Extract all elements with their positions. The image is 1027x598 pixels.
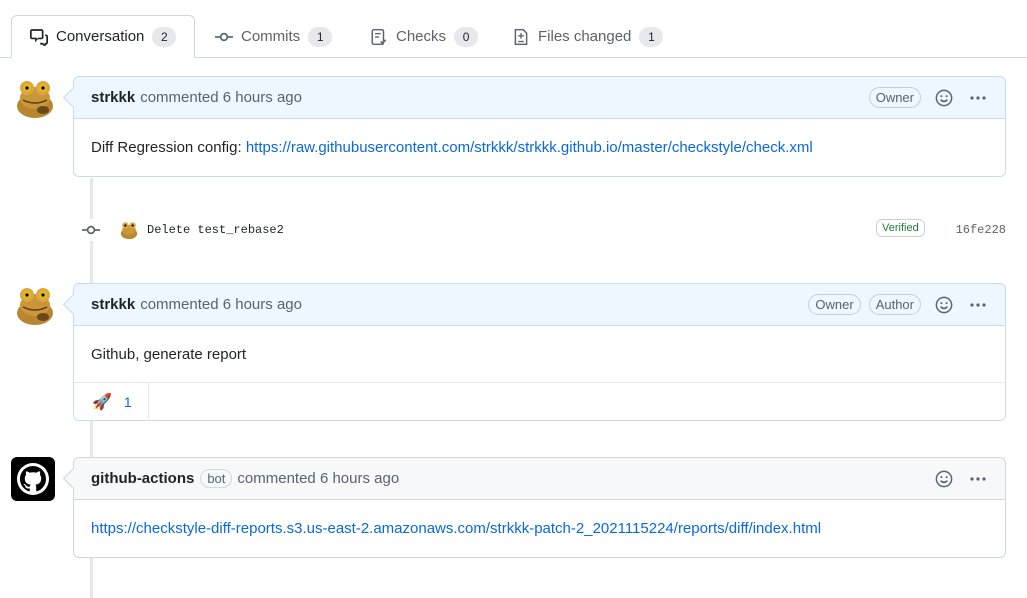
- bot-badge: bot: [200, 469, 233, 488]
- commit-sha[interactable]: 16fe228: [956, 223, 1006, 237]
- checklist-icon: [370, 28, 388, 46]
- kebab-horizontal-icon: [970, 476, 986, 481]
- avatar[interactable]: [11, 457, 55, 501]
- comment-caret: [62, 293, 85, 316]
- kebab-horizontal-icon: [970, 95, 986, 100]
- comment-text: Github, generate report: [91, 345, 247, 363]
- avatar[interactable]: [13, 283, 57, 327]
- tab-commits[interactable]: Commits 1: [197, 15, 346, 58]
- smiley-icon: [935, 296, 953, 313]
- comment-caret: [62, 86, 85, 109]
- smiley-icon: [935, 470, 953, 487]
- add-reaction-button[interactable]: [933, 468, 955, 490]
- comment-timestamp[interactable]: commented 6 hours ago: [140, 89, 302, 106]
- avatar[interactable]: [13, 76, 57, 120]
- file-diff-icon: [512, 28, 530, 46]
- comment-text: Diff Regression config:: [91, 138, 242, 156]
- comment-author[interactable]: strkkk: [91, 89, 135, 106]
- comment-caret: [62, 467, 85, 490]
- timeline-commit: Delete test_rebase2 Verified 16fe228: [80, 216, 1006, 244]
- tab-checks[interactable]: Checks 0: [352, 15, 492, 58]
- github-logo-icon: [17, 463, 49, 495]
- git-commit-icon: [215, 28, 233, 46]
- owner-badge: Owner: [868, 87, 921, 108]
- tab-counter: 0: [454, 26, 479, 47]
- smiley-icon: [935, 89, 953, 106]
- comment-timestamp[interactable]: commented 6 hours ago: [237, 470, 399, 487]
- kebab-horizontal-icon: [970, 302, 986, 307]
- comment-header: github-actions bot commented 6 hours ago: [62, 458, 1005, 500]
- reaction-count: 1: [123, 394, 132, 410]
- rocket-reaction-button[interactable]: 🚀 1: [74, 383, 149, 421]
- tab-label: Checks: [396, 28, 447, 45]
- comment-body: Diff Regression config: https://raw.gith…: [74, 119, 1005, 175]
- git-commit-icon: [80, 219, 102, 241]
- reactions-bar: 🚀 1: [74, 382, 1005, 421]
- tab-label: Conversation: [56, 28, 145, 45]
- commit-message[interactable]: Delete test_rebase2: [147, 223, 284, 237]
- tab-counter: 1: [639, 26, 664, 47]
- pr-tab-bar: Conversation 2 Commits 1 Checks 0 Files …: [0, 0, 1027, 58]
- comment-card: github-actions bot commented 6 hours ago…: [62, 457, 1006, 558]
- config-link[interactable]: https://raw.githubusercontent.com/strkkk…: [246, 139, 813, 156]
- tab-conversation[interactable]: Conversation 2: [11, 15, 195, 58]
- tab-counter: 2: [152, 26, 177, 47]
- author-badge: Author: [868, 294, 921, 315]
- comment-menu-button[interactable]: [967, 294, 989, 316]
- tab-files-changed[interactable]: Files changed 1: [494, 15, 677, 58]
- comment-timestamp[interactable]: commented 6 hours ago: [140, 296, 302, 313]
- add-reaction-button[interactable]: [933, 294, 955, 316]
- comment-body: Github, generate report: [74, 326, 1005, 382]
- diff-report-link[interactable]: https://checkstyle-diff-reports.s3.us-ea…: [91, 520, 821, 537]
- comment-menu-button[interactable]: [967, 468, 989, 490]
- tab-counter: 1: [308, 26, 333, 47]
- comment-discussion-icon: [30, 28, 48, 46]
- comment-card: strkkk commented 6 hours ago Owner Diff …: [62, 76, 1006, 177]
- tab-label: Files changed: [538, 28, 632, 45]
- rocket-icon: 🚀: [92, 394, 112, 411]
- commit-author-avatar[interactable]: [119, 220, 139, 240]
- comment-body: https://checkstyle-diff-reports.s3.us-ea…: [74, 500, 1005, 556]
- owner-badge: Owner: [808, 294, 861, 315]
- comment-header: strkkk commented 6 hours ago Owner: [62, 77, 1005, 119]
- comment-header: strkkk commented 6 hours ago Owner Autho…: [62, 284, 1005, 326]
- comment-author[interactable]: strkkk: [91, 296, 135, 313]
- comment-author[interactable]: github-actions: [91, 470, 194, 487]
- comment-card: strkkk commented 6 hours ago Owner Autho…: [62, 283, 1006, 421]
- comment-menu-button[interactable]: [967, 87, 989, 109]
- verified-badge[interactable]: Verified: [876, 219, 925, 237]
- add-reaction-button[interactable]: [933, 87, 955, 109]
- tab-label: Commits: [241, 28, 301, 45]
